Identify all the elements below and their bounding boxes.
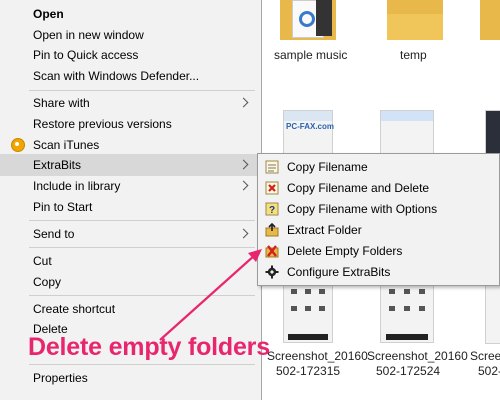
submenu-item-label: Delete Empty Folders	[287, 244, 403, 258]
submenu-item-label: Copy Filename with Options	[287, 202, 438, 216]
thumbnail-brand-text: PC-FAX.com	[286, 122, 335, 131]
menu-item-open-new-window[interactable]: Open in new window	[0, 24, 261, 46]
chevron-right-icon	[238, 180, 249, 191]
menu-item-label: Cut	[33, 254, 52, 268]
folder-image-preview	[316, 0, 332, 36]
menu-item-copy[interactable]: Copy	[0, 271, 261, 293]
thumbnail-header	[381, 111, 433, 121]
thumbnail-caption-line2: 502-172524	[376, 364, 441, 378]
screenshot-thumbnail-lower	[283, 284, 333, 343]
chevron-right-icon	[238, 228, 249, 239]
menu-item-label: Properties	[33, 371, 88, 385]
menu-item-open[interactable]: Open	[0, 3, 261, 25]
submenu-item-copy-filename-delete[interactable]: Copy Filename and Delete	[258, 178, 499, 199]
folder-label: temp	[400, 48, 427, 62]
menu-item-pin-quick-access[interactable]: Pin to Quick access	[0, 44, 261, 66]
menu-item-label: Share with	[33, 96, 90, 110]
chevron-right-icon	[238, 159, 249, 170]
menu-item-label: Pin to Quick access	[33, 48, 139, 62]
menu-item-scan-defender[interactable]: Scan with Windows Defender...	[0, 65, 261, 87]
menu-item-label: Create shortcut	[33, 302, 116, 316]
menu-separator	[29, 364, 255, 365]
menu-separator	[29, 220, 255, 221]
menu-item-cut[interactable]: Cut	[0, 250, 261, 272]
submenu-item-label: Copy Filename	[287, 160, 368, 174]
menu-item-pin-start[interactable]: Pin to Start	[0, 196, 261, 218]
menu-separator	[29, 90, 255, 91]
menu-item-label: Include in library	[33, 179, 121, 193]
submenu-item-copy-filename-options[interactable]: ? Copy Filename with Options	[258, 199, 499, 220]
thumbnail-caption-line2: 502-1	[478, 364, 500, 378]
delete-empty-folders-icon	[265, 244, 279, 258]
thumbnail-caption-line2: 502-172315	[276, 364, 341, 378]
screenshot-thumbnail-lower	[380, 284, 434, 343]
menu-item-label: Scan iTunes	[33, 138, 100, 152]
thumbnail-header	[284, 111, 332, 121]
svg-text:?: ?	[269, 205, 275, 216]
extract-folder-icon	[265, 222, 279, 237]
annotation-label: Delete empty folders	[28, 333, 270, 361]
phone-app-icons	[288, 286, 328, 342]
menu-item-share-with[interactable]: Share with	[0, 92, 261, 114]
submenu-item-label: Extract Folder	[287, 223, 362, 237]
menu-item-send-to[interactable]: Send to	[0, 223, 261, 245]
screenshot-thumbnail-lower	[485, 284, 500, 344]
folder-thumbnail[interactable]	[278, 0, 338, 44]
thumbnail-caption-line1: Screenshot_20160	[367, 349, 468, 363]
submenu-item-label: Copy Filename and Delete	[287, 181, 430, 195]
submenu-item-delete-empty-folders[interactable]: Delete Empty Folders	[258, 241, 499, 262]
thumbnail-caption-line1: Screenshot_20160	[267, 349, 368, 363]
submenu-item-label: Configure ExtraBits	[287, 265, 391, 279]
folder-front	[387, 14, 443, 40]
menu-item-label: Open in new window	[33, 28, 144, 42]
itunes-icon	[11, 138, 25, 152]
extrabits-submenu: Copy Filename Copy Filename and Delete ?…	[257, 153, 500, 286]
menu-item-label: Restore previous versions	[33, 117, 172, 131]
menu-item-extrabits[interactable]: ExtraBits	[0, 154, 261, 176]
menu-item-create-shortcut[interactable]: Create shortcut	[0, 298, 261, 320]
menu-separator	[29, 247, 255, 248]
menu-separator	[29, 295, 255, 296]
folder-icon	[480, 0, 500, 40]
menu-item-label: Open	[33, 7, 64, 21]
menu-item-scan-itunes[interactable]: Scan iTunes	[0, 134, 261, 156]
copy-filename-icon	[265, 160, 279, 174]
menu-item-properties[interactable]: Properties	[0, 367, 261, 389]
phone-app-icons	[386, 286, 428, 342]
menu-item-include-library[interactable]: Include in library	[0, 175, 261, 197]
folder-label: sample music	[274, 48, 348, 62]
menu-item-label: ExtraBits	[33, 158, 82, 172]
menu-item-label: Pin to Start	[33, 200, 93, 214]
copy-delete-icon	[265, 181, 279, 195]
menu-item-label: Send to	[33, 227, 75, 241]
chevron-right-icon	[238, 97, 249, 108]
submenu-item-configure[interactable]: Configure ExtraBits	[258, 262, 499, 283]
menu-item-restore-versions[interactable]: Restore previous versions	[0, 113, 261, 135]
submenu-item-extract-folder[interactable]: Extract Folder	[258, 220, 499, 241]
thumbnail-caption-line1: Screensh	[470, 349, 500, 363]
options-icon: ?	[265, 202, 279, 216]
menu-item-label: Copy	[33, 275, 62, 289]
submenu-item-copy-filename[interactable]: Copy Filename	[258, 157, 499, 178]
folder-thumbnail[interactable]	[480, 0, 500, 44]
folder-thumbnail[interactable]	[385, 0, 445, 44]
menu-item-label: Scan with Windows Defender...	[33, 69, 200, 83]
gear-icon	[265, 265, 279, 279]
